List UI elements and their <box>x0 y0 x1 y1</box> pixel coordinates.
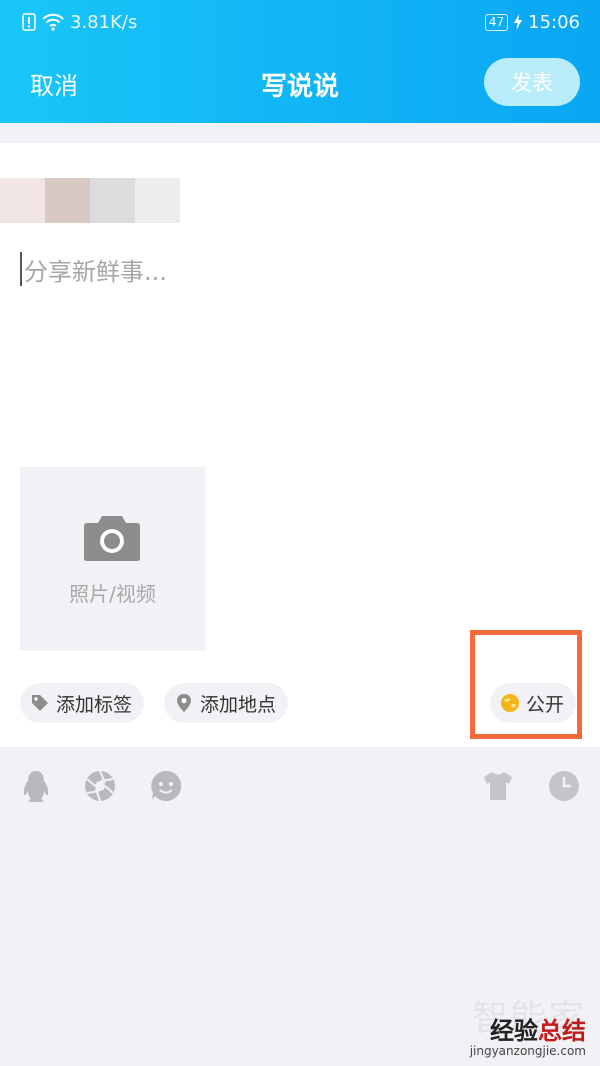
avatar-blur-block <box>45 178 90 223</box>
watermark-url: jingyanzongjie.com <box>469 1044 586 1058</box>
qq-penguin-icon[interactable] <box>19 769 53 803</box>
highlight-box <box>470 630 582 739</box>
avatar-blur-block <box>135 178 180 223</box>
charging-icon <box>514 14 523 30</box>
shirt-icon[interactable] <box>481 769 515 803</box>
sim-alert-icon <box>22 13 36 31</box>
add-tag-label: 添加标签 <box>56 693 133 716</box>
battery-indicator: 47 <box>484 13 509 31</box>
emoji-icon[interactable] <box>149 769 183 803</box>
tag-icon <box>32 695 48 711</box>
clock-icon[interactable] <box>547 769 581 803</box>
publish-button[interactable]: 发表 <box>484 58 580 106</box>
avatar-blur-block <box>0 178 45 223</box>
watermark: 智能家 经验总结 jingyanzongjie.com <box>469 1000 586 1059</box>
watermark-brand-dark: 经验 <box>490 1017 538 1045</box>
location-pin-icon <box>177 694 191 712</box>
clock-time: 15:06 <box>528 11 580 33</box>
net-speed: 3.81K/s <box>70 11 138 33</box>
text-cursor <box>20 252 22 286</box>
media-label: 照片/视频 <box>69 582 156 606</box>
camera-icon <box>84 516 140 561</box>
add-media-button[interactable]: 照片/视频 <box>20 467 205 651</box>
bottom-toolbar <box>0 747 600 827</box>
status-bar-left: 3.81K/s <box>22 10 137 34</box>
header-bar: 3.81K/s 47 15:06 取消 写说说 发表 <box>0 0 600 123</box>
status-bar-right: 47 15:06 <box>484 10 580 34</box>
watermark-brand-red: 总结 <box>538 1017 586 1045</box>
post-text-input[interactable]: 分享新鲜事... <box>20 249 580 289</box>
add-tag-button[interactable]: 添加标签 <box>20 683 145 723</box>
add-location-button[interactable]: 添加地点 <box>164 683 289 723</box>
add-location-label: 添加地点 <box>200 693 277 716</box>
post-placeholder: 分享新鲜事... <box>24 257 167 286</box>
aperture-icon[interactable] <box>83 769 117 803</box>
wifi-icon <box>42 13 64 31</box>
avatar-blur-block <box>90 178 135 223</box>
avatar <box>0 178 180 223</box>
